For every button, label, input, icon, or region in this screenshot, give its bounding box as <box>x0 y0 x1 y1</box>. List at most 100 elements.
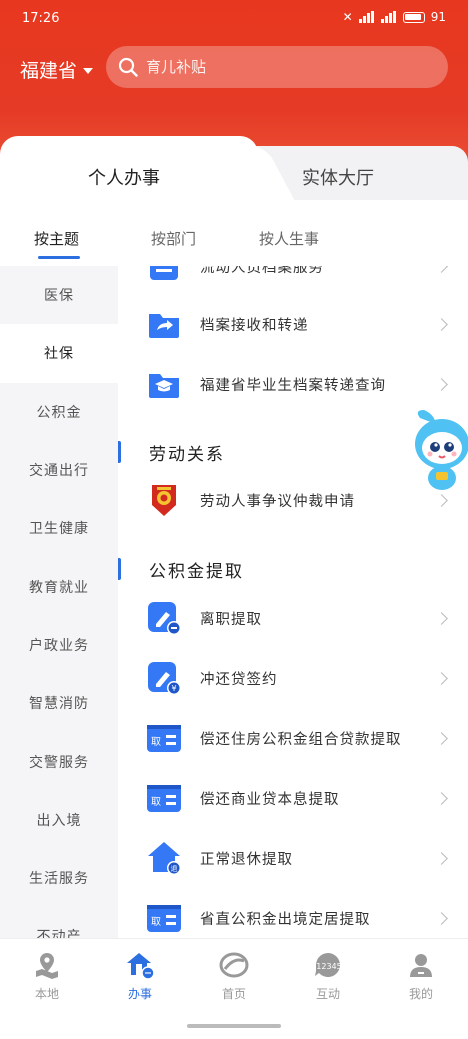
tab-physical-hall-label: 实体大厅 <box>302 168 374 189</box>
sidebar-item-health[interactable]: 卫生健康 <box>0 499 118 557</box>
list-item-label: 偿还商业贷本息提取 <box>200 791 340 808</box>
sidebar-item-immigration[interactable]: 出入境 <box>0 791 118 849</box>
bottom-nav: 本地 办事 首页 12345 互动 我的 <box>0 938 468 1039</box>
nav-interaction-label: 互动 <box>315 987 340 1001</box>
list-item[interactable]: 取 省直公积金出境定居提取 <box>118 888 468 938</box>
hotline-12345-icon: 12345 <box>315 953 342 978</box>
list-item[interactable]: 档案接收和转递 <box>118 294 468 354</box>
list-item-label: 档案接收和转递 <box>200 317 309 334</box>
battery-icon <box>402 11 425 23</box>
region-selector[interactable]: 福建省 <box>20 56 94 83</box>
home-indicator[interactable] <box>187 1024 281 1028</box>
sidebar-item-education-employment[interactable]: 教育就业 <box>0 557 118 615</box>
withdraw-card-icon: 取 <box>147 785 181 812</box>
caret-down-icon <box>83 67 94 74</box>
top-tabs: 个人办事 实体大厅 <box>0 136 468 200</box>
search-icon <box>118 57 138 77</box>
section-title-labor: 劳动关系 <box>149 445 225 465</box>
list-item[interactable]: 取 偿还住房公积金组合贷款提取 <box>118 708 468 768</box>
status-bar: 17:26 ✕ 91 <box>0 0 468 38</box>
nav-services[interactable]: 办事 <box>100 951 180 1002</box>
nav-local[interactable]: 本地 <box>7 951 87 1002</box>
subtab-by-department[interactable]: 按部门 <box>151 228 196 249</box>
sidebar-item-social-security[interactable]: 社保 <box>0 324 118 383</box>
search-bar[interactable] <box>106 46 448 88</box>
chevron-right-icon <box>435 671 448 685</box>
sidebar-item-fire-safety[interactable]: 智慧消防 <box>0 674 118 732</box>
nav-local-label: 本地 <box>34 987 59 1001</box>
list-item-label: 福建省毕业生档案转递查询 <box>200 377 386 394</box>
subtab-active-indicator <box>38 256 80 259</box>
chevron-right-icon <box>435 611 448 625</box>
chevron-right-icon <box>435 791 448 805</box>
home-logo-icon <box>219 952 249 978</box>
chevron-right-icon <box>435 731 448 745</box>
sub-tabs: 按主题 按部门 按人生事 <box>0 200 468 266</box>
chevron-right-icon <box>435 266 448 273</box>
list-item-label: 正常退休提取 <box>200 851 293 868</box>
document-list-icon <box>150 266 178 280</box>
sidebar-item-transport[interactable]: 交通出行 <box>0 441 118 499</box>
section-marker <box>118 558 121 580</box>
signal-icon <box>358 11 375 23</box>
house-retire-icon: 退 <box>148 842 181 875</box>
services-house-icon <box>127 953 155 979</box>
list-item-label: 冲还贷签约 <box>200 671 278 688</box>
sidebar-item-real-estate[interactable]: 不动产 <box>0 907 118 938</box>
sidebar-item-housing-fund[interactable]: 公积金 <box>0 383 118 441</box>
arbitration-emblem-icon <box>152 485 176 516</box>
signal-icon <box>380 11 397 23</box>
app-header: 17:26 ✕ 91 福建省 个人办事 实体大厅 <box>0 0 468 200</box>
badge-label: 取 <box>151 796 161 808</box>
chevron-right-icon <box>435 851 448 865</box>
sidebar-item-household[interactable]: 户政业务 <box>0 616 118 674</box>
list-item-label: 劳动人事争议仲裁申请 <box>200 493 355 510</box>
chevron-right-icon <box>435 493 448 507</box>
sidebar-item-traffic-police[interactable]: 交警服务 <box>0 732 118 790</box>
sidebar-item-life-services[interactable]: 生活服务 <box>0 849 118 907</box>
list-item[interactable]: 离职提取 <box>118 588 468 648</box>
chevron-right-icon <box>435 317 448 331</box>
list-item-label: 省直公积金出境定居提取 <box>200 911 371 928</box>
search-input[interactable] <box>146 58 426 76</box>
edit-minus-icon <box>148 602 181 635</box>
status-time: 17:26 <box>22 11 60 26</box>
withdraw-card-icon: 取 <box>147 725 181 752</box>
tab-personal-affairs-label: 个人办事 <box>88 168 160 189</box>
service-list: 流动人员档案服务 档案接收和转递 福建省毕业生档案转递查询 劳动关系 劳动人事争… <box>118 266 468 938</box>
nav-interaction[interactable]: 12345 互动 <box>288 951 368 1002</box>
nav-home-label: 首页 <box>221 987 246 1001</box>
chevron-right-icon <box>435 377 448 391</box>
sidebar-item-medical-insurance[interactable]: 医保 <box>0 266 118 324</box>
svg-text:¥: ¥ <box>171 684 176 693</box>
chevron-right-icon <box>435 911 448 925</box>
list-item-label: 离职提取 <box>200 611 262 628</box>
subtab-by-theme[interactable]: 按主题 <box>34 228 79 249</box>
section-marker <box>118 441 121 463</box>
location-map-icon <box>36 953 58 979</box>
list-item[interactable]: 流动人员档案服务 <box>118 266 468 296</box>
nav-profile[interactable]: 我的 <box>381 951 461 1002</box>
list-item[interactable]: 退 正常退休提取 <box>118 828 468 888</box>
graduation-folder-icon <box>149 374 179 398</box>
withdraw-card-icon: 取 <box>147 905 181 932</box>
mute-icon: ✕ <box>342 10 353 24</box>
battery-level: 91 <box>430 10 446 24</box>
list-item[interactable]: ¥ 冲还贷签约 <box>118 648 468 708</box>
list-item[interactable]: 福建省毕业生档案转递查询 <box>118 354 468 414</box>
list-item-label: 偿还住房公积金组合贷款提取 <box>200 731 402 748</box>
nav-services-label: 办事 <box>127 987 152 1001</box>
nav-home[interactable]: 首页 <box>194 951 274 1002</box>
badge-label: 退 <box>171 864 178 873</box>
subtab-by-life-event[interactable]: 按人生事 <box>259 228 319 249</box>
section-title-fund-withdrawal: 公积金提取 <box>149 562 244 582</box>
assistant-mascot-icon[interactable] <box>412 408 468 492</box>
folder-share-icon <box>149 314 179 338</box>
category-sidebar: 医保 社保 公积金 交通出行 卫生健康 教育就业 户政业务 智慧消防 交警服务 … <box>0 266 118 938</box>
badge-label: 取 <box>151 916 161 928</box>
region-label: 福建省 <box>20 60 78 82</box>
profile-icon <box>410 954 432 977</box>
list-item-label: 流动人员档案服务 <box>200 266 324 276</box>
list-item[interactable]: 取 偿还商业贷本息提取 <box>118 768 468 828</box>
badge-label: 取 <box>151 736 161 748</box>
